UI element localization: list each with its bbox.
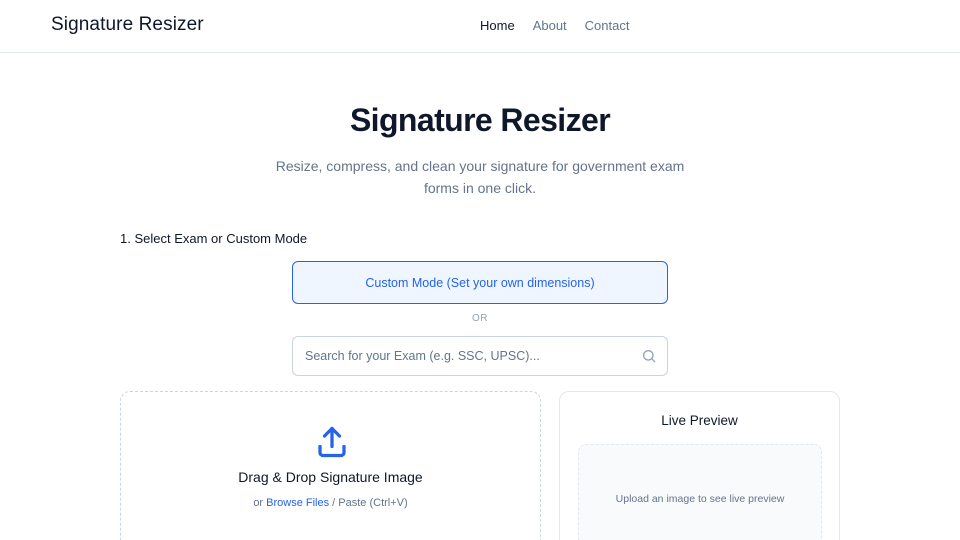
exam-search-box[interactable] bbox=[292, 336, 668, 376]
or-divider: OR bbox=[472, 313, 488, 324]
main-nav: Home About Contact bbox=[480, 18, 629, 33]
nav-home-link[interactable]: Home bbox=[480, 18, 515, 33]
hint-suffix: / Paste (Ctrl+V) bbox=[329, 497, 408, 509]
top-navbar: Signature Resizer Home About Contact bbox=[0, 0, 960, 53]
preview-empty-text: Upload an image to see live preview bbox=[615, 493, 785, 505]
page-title: Signature Resizer bbox=[349, 102, 611, 138]
exam-search-input[interactable] bbox=[305, 337, 635, 375]
hint-prefix: or bbox=[253, 497, 267, 509]
step-label: 1. Select Exam or Custom Mode bbox=[120, 231, 308, 246]
nav-contact-link[interactable]: Contact bbox=[585, 18, 630, 33]
live-preview-card: Live Preview Upload an image to see live… bbox=[559, 391, 840, 540]
browse-files-link[interactable]: Browse Files bbox=[266, 497, 329, 509]
signature-dropzone[interactable]: Drag & Drop Signature Image or Browse Fi… bbox=[120, 391, 541, 540]
upload-icon bbox=[318, 426, 346, 458]
dropzone-title: Drag & Drop Signature Image bbox=[238, 469, 423, 485]
preview-area: Upload an image to see live preview bbox=[578, 444, 822, 540]
nav-about-link[interactable]: About bbox=[533, 18, 567, 33]
preview-title: Live Preview bbox=[661, 413, 738, 428]
dropzone-hint: or Browse Files / Paste (Ctrl+V) bbox=[121, 497, 540, 509]
search-icon[interactable] bbox=[641, 348, 657, 364]
custom-mode-button[interactable]: Custom Mode (Set your own dimensions) bbox=[292, 261, 668, 304]
page-subtitle: Resize, compress, and clean your signatu… bbox=[275, 158, 685, 196]
brand-logo-text[interactable]: Signature Resizer bbox=[51, 14, 204, 36]
